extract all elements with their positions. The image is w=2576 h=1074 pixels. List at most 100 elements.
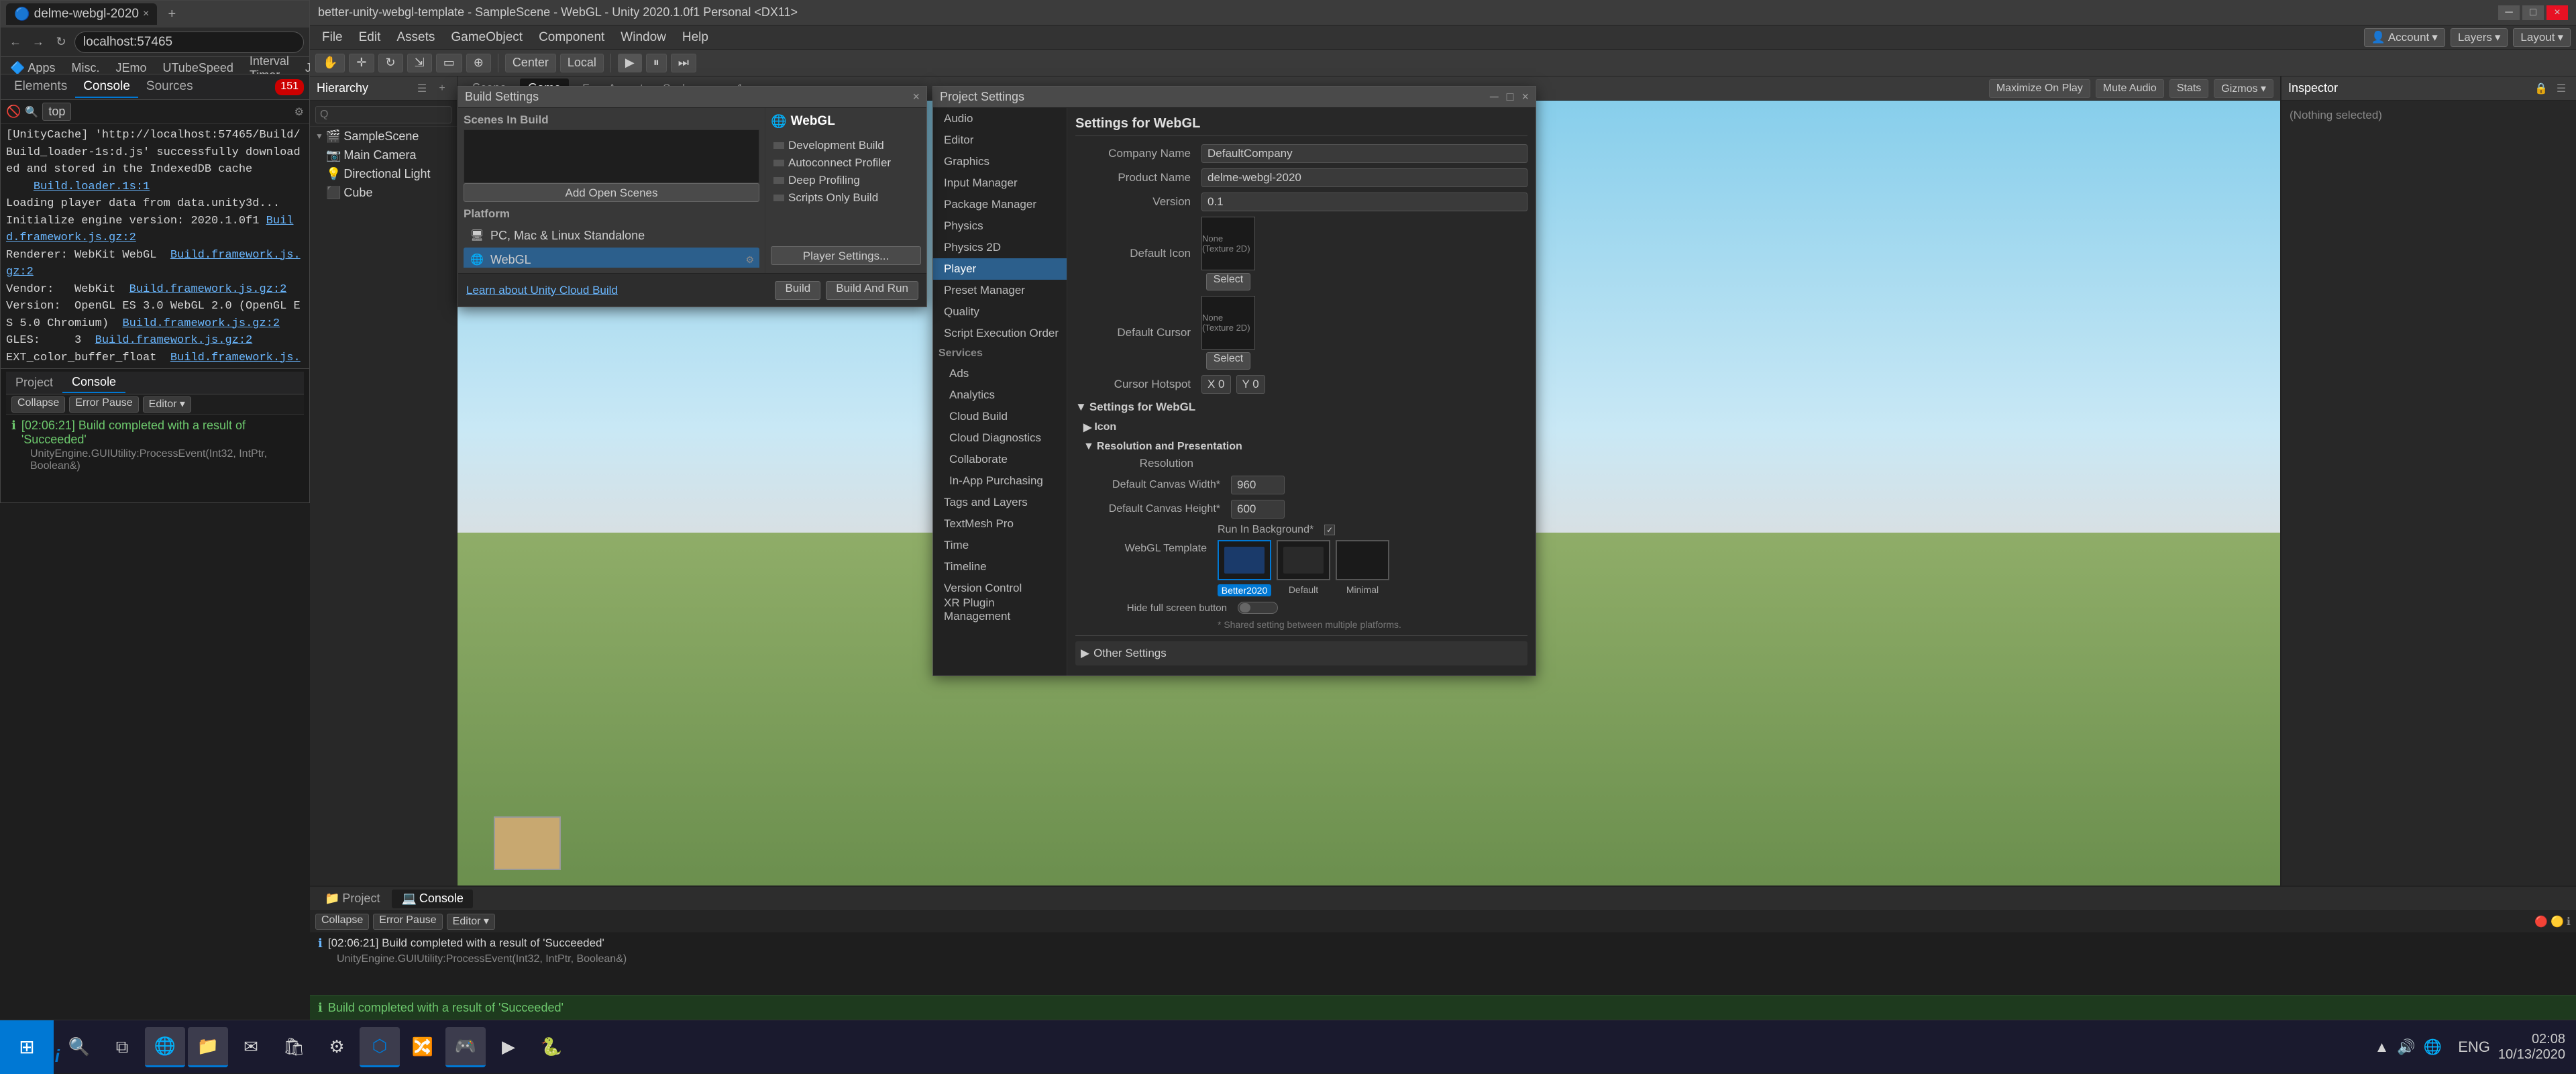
ps-tags-layers[interactable]: Tags and Layers	[933, 492, 1067, 513]
canvas-width-input[interactable]	[1231, 476, 1285, 494]
maximize-btn[interactable]: □	[2522, 5, 2544, 20]
ps-preset-manager[interactable]: Preset Manager	[933, 280, 1067, 301]
dt-tab-console[interactable]: Console	[75, 76, 138, 98]
template-minimal[interactable]	[1336, 540, 1389, 580]
player-settings-btn[interactable]: Player Settings...	[771, 246, 921, 265]
dt-tab-sources[interactable]: Sources	[138, 76, 201, 98]
file-link-8[interactable]: Build.framework.js.gz:2	[6, 352, 301, 369]
other-settings-section[interactable]: ▶ Other Settings	[1075, 641, 1527, 665]
uc-tab-console[interactable]: 💻 Console	[392, 890, 472, 908]
network-icon[interactable]: 🌐	[2424, 1038, 2442, 1056]
cursor-select-btn[interactable]: Select	[1206, 352, 1250, 370]
fullscreen-toggle[interactable]	[1238, 602, 1278, 614]
back-btn[interactable]: ←	[6, 33, 25, 52]
ps-physics-2d[interactable]: Physics 2D	[933, 237, 1067, 258]
hand-tool-btn[interactable]: ✋	[315, 54, 345, 72]
menu-edit[interactable]: Edit	[352, 28, 388, 48]
ps-player[interactable]: Player	[933, 258, 1067, 280]
file-link-7[interactable]: Build.framework.js.gz:2	[95, 334, 253, 347]
ps-input-manager[interactable]: Input Manager	[933, 172, 1067, 194]
rect-tool-btn[interactable]: ▭	[436, 54, 462, 72]
taskbar-search-btn[interactable]: 🔍	[59, 1027, 99, 1067]
dt-tab-elements[interactable]: Elements	[6, 76, 75, 98]
play-btn[interactable]: ▶	[618, 54, 642, 72]
volume-icon[interactable]: 🔊	[2397, 1038, 2415, 1056]
platform-webgl[interactable]: 🌐 WebGL ⚙	[464, 248, 759, 268]
product-name-input[interactable]	[1201, 168, 1527, 187]
build-and-run-btn[interactable]: Build And Run	[826, 281, 918, 300]
uc-tab-project[interactable]: 📁 Project	[315, 890, 389, 908]
file-link-6[interactable]: Build.framework.js.gz:2	[122, 317, 280, 330]
dt-bottom-tab-console[interactable]: Console	[62, 372, 125, 393]
ps-physics[interactable]: Physics	[933, 215, 1067, 237]
taskbar-chrome-btn[interactable]: 🌐	[145, 1027, 185, 1067]
stats-btn[interactable]: Stats	[2169, 79, 2208, 98]
transform-tool-btn[interactable]: ⊕	[466, 54, 491, 72]
canvas-height-input[interactable]	[1231, 500, 1285, 519]
menu-component[interactable]: Component	[532, 28, 611, 48]
file-link-1[interactable]: Build.loader.1s:1	[34, 180, 150, 193]
menu-gameobject[interactable]: GameObject	[444, 28, 529, 48]
hierarchy-directional-light[interactable]: 💡 Directional Light	[310, 164, 457, 183]
step-btn[interactable]: ⏭	[671, 54, 696, 72]
taskbar-unity-btn[interactable]: 🎮	[445, 1027, 486, 1067]
move-tool-btn[interactable]: ✛	[349, 54, 374, 72]
taskbar-explorer-btn[interactable]: 📁	[188, 1027, 228, 1067]
default-icon-select-btn[interactable]: Select	[1206, 273, 1250, 290]
clear-console-icon[interactable]: 🚫	[6, 105, 21, 119]
local-btn[interactable]: Local	[560, 54, 604, 72]
ps-quality[interactable]: Quality	[933, 301, 1067, 323]
ps-cloud-build[interactable]: Cloud Build	[933, 406, 1067, 427]
warn-filter-icon[interactable]: 🟡	[2551, 915, 2564, 928]
add-open-scenes-btn[interactable]: Add Open Scenes	[464, 183, 759, 202]
inspector-menu-icon[interactable]: ☰	[2553, 80, 2569, 97]
template-better2020[interactable]	[1218, 540, 1271, 580]
taskbar-git-btn[interactable]: 🔀	[402, 1027, 443, 1067]
taskbar-python-btn[interactable]: 🐍	[531, 1027, 572, 1067]
editor-dropdown-btn[interactable]: Editor ▾	[143, 396, 191, 413]
dt-bottom-tab-project[interactable]: Project	[6, 373, 62, 392]
hierarchy-menu-icon[interactable]: ☰	[414, 80, 430, 97]
uc-error-pause-btn[interactable]: Error Pause	[373, 914, 442, 930]
ps-cloud-diagnostics[interactable]: Cloud Diagnostics	[933, 427, 1067, 449]
bs-close-icon[interactable]: ×	[912, 90, 920, 104]
maximize-on-play-btn[interactable]: Maximize On Play	[1989, 79, 2090, 98]
ps-editor[interactable]: Editor	[933, 129, 1067, 151]
refresh-btn[interactable]: ↻	[52, 33, 70, 52]
file-link-4[interactable]: Build.framework.js.gz:2	[6, 249, 301, 279]
layers-btn[interactable]: Layers ▾	[2451, 28, 2508, 47]
menu-window[interactable]: Window	[614, 28, 673, 48]
ps-timeline[interactable]: Timeline	[933, 556, 1067, 578]
ps-maximize-icon[interactable]: □	[1507, 90, 1514, 104]
language-indicator[interactable]: ENG	[2458, 1038, 2490, 1056]
build-btn[interactable]: Build	[775, 281, 820, 300]
taskbar-task-view-btn[interactable]: ⧉	[102, 1027, 142, 1067]
hierarchy-samplescene[interactable]: ▼ 🎬 SampleScene	[310, 127, 457, 146]
hierarchy-search-input[interactable]	[315, 106, 451, 123]
company-name-input[interactable]	[1201, 144, 1527, 163]
ps-minimize-icon[interactable]: ─	[1490, 90, 1499, 104]
icon-section-header[interactable]: ▶ Icon	[1083, 421, 1527, 434]
cursor-y-field[interactable]: Y 0	[1236, 375, 1265, 394]
file-link-3[interactable]: Build.framework.js.gz:2	[6, 215, 293, 245]
taskbar-settings-btn[interactable]: ⚙	[317, 1027, 357, 1067]
uc-editor-btn[interactable]: Editor ▾	[447, 914, 495, 930]
file-link-5[interactable]: Build.framework.js.gz:2	[129, 283, 287, 296]
filter-levels-icon[interactable]: ⚙	[294, 105, 304, 119]
taskbar-vscode-btn[interactable]: ⬡	[360, 1027, 400, 1067]
ps-graphics[interactable]: Graphics	[933, 151, 1067, 172]
account-btn[interactable]: 👤 Account ▾	[2364, 28, 2445, 47]
menu-help[interactable]: Help	[676, 28, 715, 48]
taskbar-ai-label[interactable]: Ai	[42, 1046, 60, 1067]
forward-btn[interactable]: →	[29, 33, 48, 52]
mute-audio-btn[interactable]: Mute Audio	[2096, 79, 2164, 98]
taskbar-mail-btn[interactable]: ✉	[231, 1027, 271, 1067]
platform-pc-mac[interactable]: 🖥 PC, Mac & Linux Standalone	[464, 223, 759, 248]
error-pause-btn[interactable]: Error Pause	[69, 396, 138, 413]
inspector-lock-icon[interactable]: 🔒	[2533, 80, 2549, 97]
resolution-section-header[interactable]: ▼ Resolution and Presentation	[1083, 441, 1527, 453]
ps-in-app-purchasing[interactable]: In-App Purchasing	[933, 470, 1067, 492]
ps-close-icon[interactable]: ×	[1521, 90, 1529, 104]
minimize-btn[interactable]: ─	[2498, 5, 2520, 20]
ps-time[interactable]: Time	[933, 535, 1067, 556]
